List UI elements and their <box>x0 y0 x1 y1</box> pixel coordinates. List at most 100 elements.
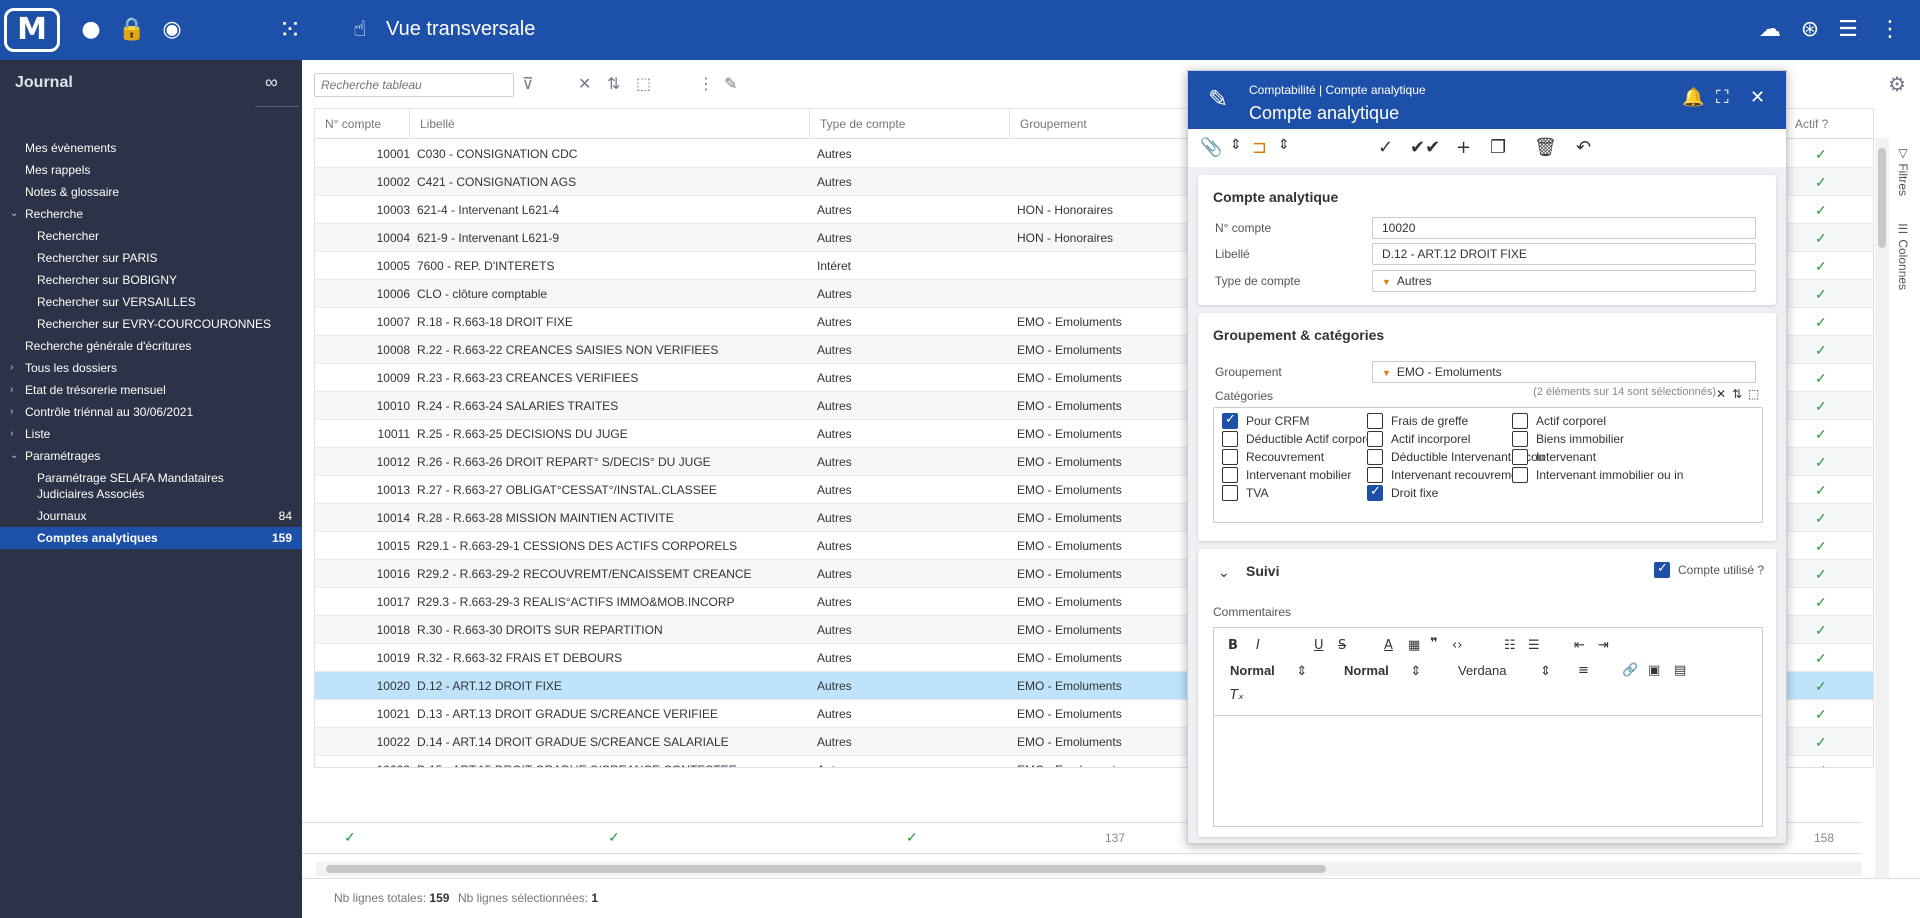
sidebar-item-rechercher-paris[interactable]: Rechercher sur PARIS <box>0 247 302 269</box>
quote-icon[interactable]: ❞ <box>1430 636 1438 651</box>
column-header-type[interactable]: Type de compte <box>810 109 1010 139</box>
chevron-down-icon[interactable]: ⌄ <box>1218 565 1230 581</box>
sidebar-item-tous-les-dossiers[interactable]: › Tous les dossiers <box>0 357 302 379</box>
sidebar-item-notes-glossaire[interactable]: Notes & glossaire <box>0 181 302 203</box>
highlight-icon[interactable]: ▦ <box>1408 638 1420 653</box>
close-icon[interactable]: ✕ <box>1750 87 1765 108</box>
playlist-icon[interactable]: ☰ <box>1832 14 1864 46</box>
italic-icon[interactable]: I <box>1256 638 1260 653</box>
fingerprint-icon[interactable]: ⊛ <box>1794 14 1826 46</box>
add-icon[interactable]: + <box>1456 137 1471 158</box>
editor-content-area[interactable] <box>1214 716 1762 826</box>
category-checkbox[interactable]: Droit fixe <box>1367 484 1438 502</box>
checkbox[interactable] <box>1367 431 1383 447</box>
column-header-actif[interactable]: Actif ? <box>1785 109 1873 139</box>
scrollbar-thumb[interactable] <box>1878 148 1886 248</box>
apps-grid-icon[interactable]: ⁙ <box>274 14 306 46</box>
sort-icon[interactable]: ⇅ <box>1732 387 1742 401</box>
checkbox[interactable] <box>1222 449 1238 465</box>
header-select[interactable]: Normal ⇕ <box>1230 663 1307 679</box>
lib-field[interactable]: D.12 - ART.12 DROIT FIXE <box>1372 243 1756 265</box>
tab-filtres[interactable]: ▽ Filtres <box>1896 146 1910 196</box>
sidebar-item-recherche-generale[interactable]: Recherche générale d'écritures <box>0 335 302 357</box>
checkbox[interactable] <box>1512 431 1528 447</box>
more-vertical-icon[interactable]: ⋮ <box>1874 14 1906 46</box>
image-icon[interactable]: ▣ <box>1648 663 1660 678</box>
size-select[interactable]: Normal ⇕ <box>1344 663 1421 679</box>
account-icon[interactable]: ● <box>75 14 107 46</box>
category-checkbox[interactable]: Frais de greffe <box>1367 413 1468 430</box>
column-header-lib[interactable]: Libellé <box>410 109 810 139</box>
type-select[interactable]: ▼ Autres <box>1372 270 1756 292</box>
category-checkbox[interactable]: Biens immobilier <box>1512 431 1624 448</box>
link-icon[interactable]: 🔗 <box>1622 663 1638 678</box>
checkbox[interactable] <box>1367 467 1383 483</box>
sidebar-item-rechercher-evry[interactable]: Rechercher sur EVRY-COURCOURONNES <box>0 313 302 335</box>
sidebar-item-rechercher-bobigny[interactable]: Rechercher sur BOBIGNY <box>0 269 302 291</box>
sidebar-item-rechercher-versailles[interactable]: Rechercher sur VERSAILLES <box>0 291 302 313</box>
pencil-icon[interactable]: ✎ <box>724 74 737 93</box>
category-checkbox[interactable]: Déductible Actif corporel <box>1222 431 1375 448</box>
select-all-icon[interactable]: ⬚ <box>1748 387 1759 401</box>
category-checkbox[interactable]: Pour CRFM <box>1222 412 1309 430</box>
checkbox[interactable] <box>1654 561 1670 578</box>
select-all-icon[interactable]: ⬚ <box>636 74 651 93</box>
ordered-list-icon[interactable]: ☷ <box>1504 638 1516 653</box>
gear-icon[interactable]: ⚙ <box>1888 72 1906 96</box>
sidebar-item-etat-tresorerie[interactable]: › Etat de trésorerie mensuel <box>0 379 302 401</box>
category-checkbox[interactable]: Intervenant <box>1512 449 1596 466</box>
checkbox[interactable] <box>1512 449 1528 465</box>
paperclip-icon[interactable]: 📎 <box>1200 137 1222 158</box>
checkbox[interactable] <box>1367 449 1383 465</box>
bold-icon[interactable]: B <box>1228 638 1238 653</box>
clear-icon[interactable]: ✕ <box>578 74 591 93</box>
category-checkbox[interactable]: TVA <box>1222 485 1268 502</box>
fullscreen-icon[interactable]: ⛶ <box>1716 87 1729 108</box>
category-checkbox[interactable]: Actif incorporel <box>1367 431 1470 448</box>
sidebar-item-parametrages[interactable]: ⌄ Paramétrages <box>0 445 302 467</box>
checkbox[interactable] <box>1367 413 1383 429</box>
sidebar-item-mes-rappels[interactable]: Mes rappels <box>0 159 302 181</box>
touch-icon[interactable]: ☝ <box>344 14 376 46</box>
checkbox[interactable] <box>1367 484 1383 501</box>
checkbox[interactable] <box>1512 467 1528 483</box>
sort-icon[interactable]: ⇕ <box>1278 137 1290 153</box>
category-checkbox[interactable]: Intervenant recouvrement <box>1367 467 1528 484</box>
save-close-icon[interactable]: ✔✔ <box>1410 137 1440 158</box>
search-input[interactable] <box>314 73 514 97</box>
undo-icon[interactable]: ↶ <box>1576 137 1591 158</box>
app-logo[interactable]: M <box>4 8 60 52</box>
checkbox[interactable] <box>1222 431 1238 447</box>
sidebar-item-parametrage-selafa[interactable]: Paramétrage SELAFA Mandataires Judiciaire… <box>0 467 302 505</box>
sort-icon[interactable]: ⇅ <box>607 74 620 93</box>
expand-collapse-icon[interactable]: ⇕ <box>1230 137 1242 153</box>
wireless-icon[interactable]: ◉ <box>156 14 188 46</box>
filter-icon[interactable]: ⊽ <box>522 74 534 93</box>
font-select[interactable]: Verdana ⇕ <box>1458 663 1551 679</box>
clear-icon[interactable]: ✕ <box>1716 387 1726 401</box>
strike-icon[interactable]: S <box>1338 638 1346 653</box>
video-icon[interactable]: ▤ <box>1674 663 1686 678</box>
column-header-num[interactable]: N° compte <box>315 109 410 139</box>
align-icon[interactable]: ≡ <box>1578 663 1589 678</box>
category-checkbox[interactable]: Recouvrement <box>1222 449 1324 466</box>
lock-icon[interactable]: 🔒 <box>116 14 148 46</box>
more-vertical-icon[interactable]: ⋮ <box>698 74 714 93</box>
sidebar-item-rechercher[interactable]: Rechercher <box>0 225 302 247</box>
scrollbar-thumb[interactable] <box>326 865 1326 873</box>
horizontal-scrollbar[interactable] <box>316 862 1862 876</box>
num-field[interactable]: 10020 <box>1372 217 1756 239</box>
delete-icon[interactable]: 🗑 <box>1534 137 1557 158</box>
sidebar-item-recherche[interactable]: ⌄ Recherche <box>0 203 302 225</box>
sidebar-item-journaux[interactable]: Journaux 84 <box>0 505 302 527</box>
vertical-scrollbar[interactable] <box>1875 138 1889 888</box>
sidebar-item-liste[interactable]: › Liste <box>0 423 302 445</box>
underline-icon[interactable]: U <box>1314 638 1324 653</box>
clear-format-icon[interactable]: Tₓ <box>1230 688 1244 703</box>
bullet-list-icon[interactable]: ☰ <box>1528 638 1540 653</box>
text-color-icon[interactable]: A <box>1384 638 1393 653</box>
save-check-icon[interactable]: ✓ <box>1378 137 1393 158</box>
used-checkbox[interactable]: Compte utilisé ? <box>1654 561 1764 579</box>
tag-icon[interactable]: ⊐ <box>1252 137 1267 158</box>
sidebar-item-mes-evenements[interactable]: Mes évènements <box>0 137 302 159</box>
